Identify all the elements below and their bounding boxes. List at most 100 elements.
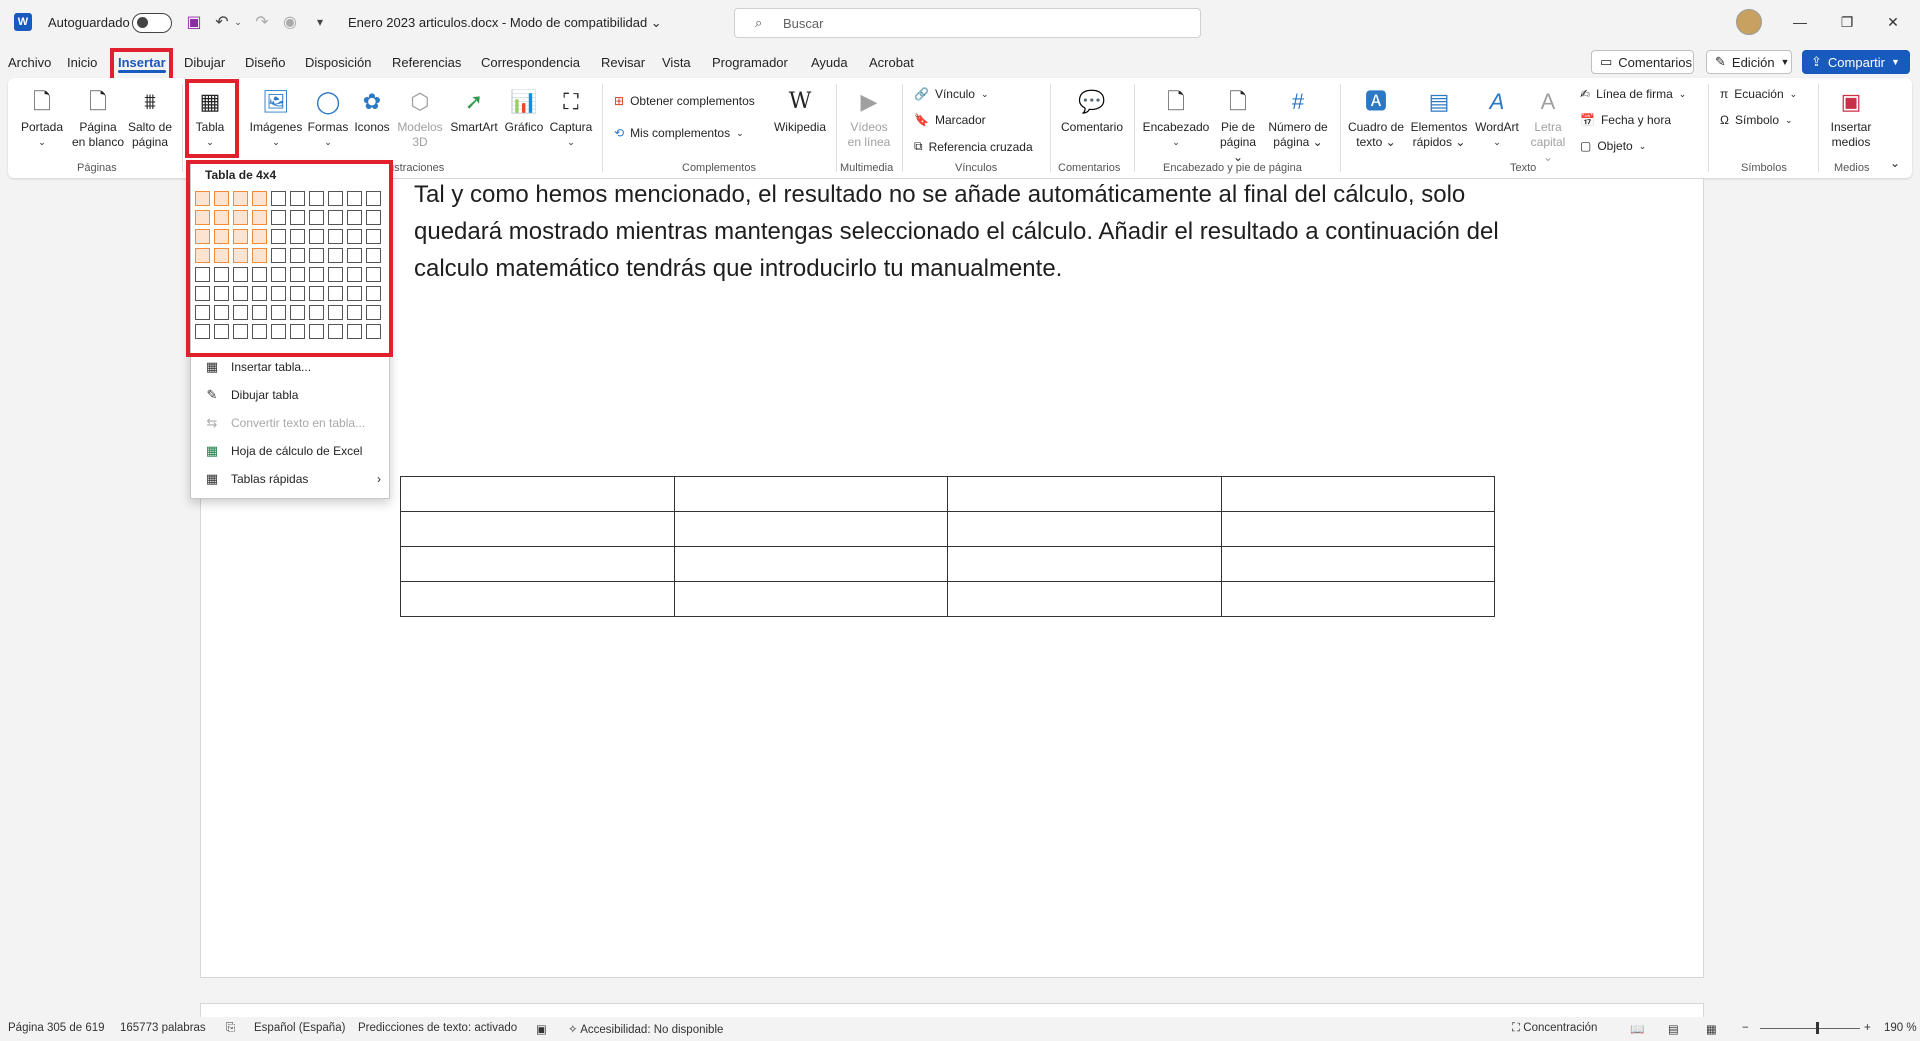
document-title[interactable]: Enero 2023 articulos.docx - Modo de comp…	[348, 15, 662, 31]
redo-icon[interactable]: ↷	[252, 12, 272, 32]
close-icon[interactable]: ✕	[1878, 10, 1908, 34]
collapse-ribbon-icon[interactable]: ⌄	[1890, 156, 1900, 170]
convertir-texto-item[interactable]: ⇆ Convertir texto en tabla...	[191, 410, 389, 436]
document-paragraph[interactable]: Tal y como hemos mencionado, el resultad…	[414, 176, 1504, 287]
modelos-3d-button[interactable]: ⬡ Modelos 3D	[394, 86, 446, 150]
read-mode-icon[interactable]: 📖	[1630, 1022, 1644, 1036]
captura-button[interactable]: ⛶ Captura ⌄	[548, 86, 594, 150]
comments-button[interactable]: ▭ Comentarios	[1591, 50, 1694, 74]
table-row	[400, 476, 1495, 512]
tab-acrobat[interactable]: Acrobat	[869, 55, 914, 70]
insertar-medios-button[interactable]: ▣ Insertar medios	[1824, 86, 1878, 150]
ribbon-separator	[1134, 84, 1135, 172]
focus-mode-icon[interactable]: ▣	[536, 1022, 547, 1036]
objeto-button[interactable]: ▢ Objeto ⌄	[1580, 139, 1646, 153]
zoom-in-icon[interactable]: +	[1864, 1022, 1871, 1034]
vinculo-button[interactable]: 🔗 Vínculo ⌄	[914, 87, 989, 101]
tab-referencias[interactable]: Referencias	[392, 55, 461, 70]
tab-dibujar[interactable]: Dibujar	[184, 55, 225, 70]
word-count[interactable]: 165773 palabras	[120, 1022, 206, 1034]
record-icon[interactable]: ◉	[280, 12, 300, 32]
ribbon-separator	[836, 84, 837, 172]
smartart-button[interactable]: ➚ SmartArt	[448, 86, 500, 135]
hoja-excel-item[interactable]: ▦ Hoja de cálculo de Excel	[191, 438, 389, 464]
numero-de-pagina-button[interactable]: # Número de página ⌄	[1264, 86, 1332, 150]
videos-en-linea-button[interactable]: ▶ Vídeos en línea	[844, 86, 894, 150]
tab-inicio[interactable]: Inicio	[67, 55, 97, 70]
object-icon: ▢	[1580, 139, 1592, 153]
undo-dropdown-icon[interactable]: ⌄	[228, 12, 248, 32]
encabezado-button[interactable]: 🗋 Encabezado ⌄	[1142, 86, 1210, 150]
letra-capital-button[interactable]: A Letra capital ⌄	[1524, 86, 1572, 165]
tabla-highlight-box	[185, 79, 239, 158]
wikipedia-icon: W	[788, 88, 812, 114]
ribbon-separator	[1708, 84, 1709, 172]
text-predictions-label[interactable]: Predicciones de texto: activado	[358, 1022, 517, 1034]
tab-ayuda[interactable]: Ayuda	[811, 55, 848, 70]
salto-de-pagina-button[interactable]: ⩩ Salto de página	[126, 86, 174, 150]
signature-line-icon: ✍	[1580, 87, 1591, 101]
minimize-icon[interactable]: —	[1785, 10, 1815, 34]
marcador-button[interactable]: 🔖 Marcador	[914, 113, 986, 127]
ecuacion-button[interactable]: π Ecuación ⌄	[1720, 87, 1797, 101]
portada-button[interactable]: 🗋 Portada ⌄	[18, 86, 66, 150]
pagina-en-blanco-button[interactable]: 🗋 Página en blanco	[70, 86, 126, 150]
edit-mode-button[interactable]: ✎ Edición ▼	[1706, 50, 1792, 74]
tab-diseno[interactable]: Diseño	[245, 55, 285, 70]
language-label[interactable]: Español (España)	[254, 1022, 345, 1034]
zoom-out-icon[interactable]: −	[1742, 1022, 1749, 1034]
simbolo-button[interactable]: Ω Símbolo ⌄	[1720, 113, 1793, 127]
print-layout-icon[interactable]: ▤	[1668, 1022, 1679, 1036]
insertar-tabla-item[interactable]: ▦ Insertar tabla...	[191, 354, 389, 380]
accessibility-label[interactable]: ✧ Accesibilidad: No disponible	[568, 1022, 723, 1036]
focus-button[interactable]: ⛶ Concentración	[1512, 1022, 1597, 1035]
cuadro-de-texto-button[interactable]: 🅰 Cuadro de texto ⌄	[1346, 86, 1406, 150]
fecha-y-hora-button[interactable]: 📅 Fecha y hora	[1580, 113, 1671, 127]
referencia-cruzada-button[interactable]: ⧉ Referencia cruzada	[914, 139, 1033, 154]
pie-de-pagina-button[interactable]: 🗋 Pie de página ⌄	[1214, 86, 1262, 165]
page-count[interactable]: Página 305 de 619	[8, 1022, 105, 1034]
new-comment-icon: 💬	[1078, 88, 1106, 114]
tab-vista[interactable]: Vista	[662, 55, 691, 70]
tab-correspondencia[interactable]: Correspondencia	[481, 55, 580, 70]
table-cell	[673, 476, 948, 512]
zoom-level[interactable]: 190 %	[1884, 1022, 1917, 1034]
linea-de-firma-button[interactable]: ✍ Línea de firma ⌄	[1580, 87, 1686, 101]
proofing-icon[interactable]: ⎘	[226, 1022, 235, 1035]
tab-programador[interactable]: Programador	[712, 55, 788, 70]
formas-button[interactable]: ◯ Formas ⌄	[306, 86, 350, 150]
obtener-complementos-button[interactable]: ⊞ Obtener complementos	[614, 94, 755, 108]
grafico-button[interactable]: 📊 Gráfico	[502, 86, 546, 135]
smartart-icon: ➚	[464, 88, 484, 114]
tablas-rapidas-item[interactable]: ▦ Tablas rápidas ›	[191, 466, 389, 492]
chart-icon: 📊	[510, 88, 538, 114]
restore-icon[interactable]: ❐	[1832, 10, 1862, 34]
avatar[interactable]	[1736, 9, 1762, 35]
text-box-icon: 🅰	[1364, 88, 1387, 114]
zoom-slider[interactable]	[1760, 1028, 1860, 1029]
tab-revisar[interactable]: Revisar	[601, 55, 645, 70]
table-cell	[947, 546, 1222, 582]
table-cell	[400, 546, 675, 582]
tab-disposicion[interactable]: Disposición	[305, 55, 371, 70]
zoom-slider-thumb[interactable]	[1816, 1022, 1819, 1034]
elementos-rapidos-button[interactable]: ▤ Elementos rápidos ⌄	[1408, 86, 1470, 150]
blank-page-icon: 🗋	[89, 88, 107, 114]
calendar-icon: 📅	[1580, 113, 1595, 127]
iconos-button[interactable]: ✿ Iconos	[352, 86, 392, 135]
dibujar-tabla-item[interactable]: ✎ Dibujar tabla	[191, 382, 389, 408]
autosave-toggle[interactable]	[132, 13, 172, 33]
document-table[interactable]	[400, 476, 1495, 617]
wordart-button[interactable]: A WordArt ⌄	[1472, 86, 1522, 150]
chevron-down-icon: ▼	[1890, 57, 1900, 67]
mis-complementos-button[interactable]: ⟲ Mis complementos ⌄	[614, 126, 744, 140]
web-layout-icon[interactable]: ▦	[1706, 1022, 1717, 1036]
tab-archivo[interactable]: Archivo	[8, 55, 51, 70]
imagenes-button[interactable]: 🖼 Imágenes ⌄	[248, 86, 304, 150]
save-icon[interactable]: ▣	[184, 12, 204, 32]
wikipedia-button[interactable]: W Wikipedia	[772, 86, 828, 135]
share-button[interactable]: ⇪ Compartir ▼	[1802, 50, 1910, 74]
search-box[interactable]: ⌕ Buscar	[734, 8, 1201, 38]
comentario-button[interactable]: 💬 Comentario	[1058, 86, 1126, 135]
customize-toolbar-icon[interactable]: ▾	[310, 12, 330, 32]
